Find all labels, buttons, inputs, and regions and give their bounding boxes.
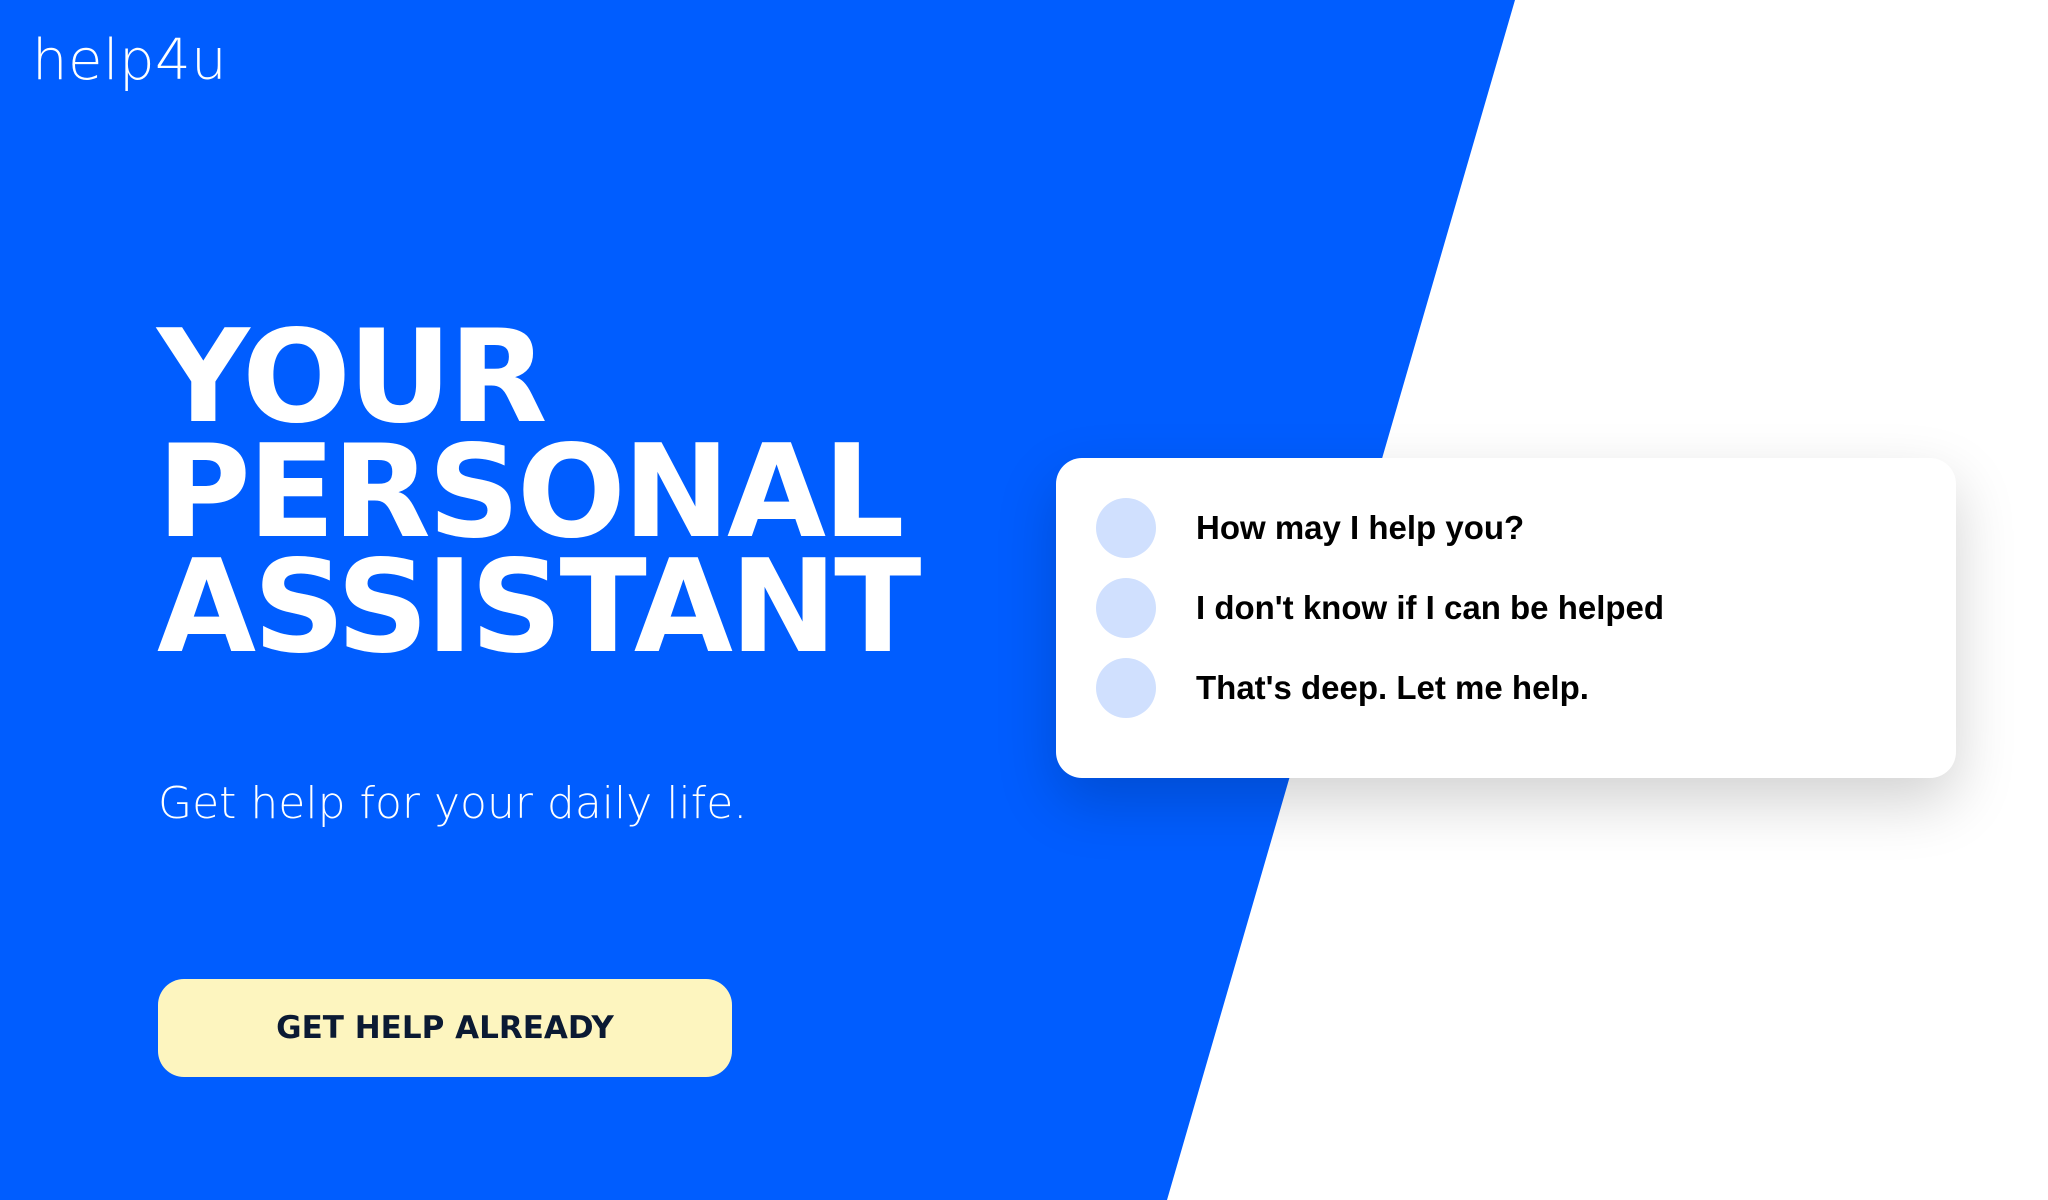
chat-message-text: I don't know if I can be helped: [1196, 589, 1665, 626]
chat-message: That's deep. Let me help.: [1096, 658, 1956, 718]
chat-message: I don't know if I can be helped: [1096, 578, 1956, 638]
chat-preview-card: How may I help you? I don't know if I ca…: [1056, 458, 1956, 778]
avatar-icon: [1096, 578, 1156, 638]
hero-subtitle: Get help for your daily life.: [158, 778, 748, 829]
chat-message: How may I help you?: [1096, 498, 1956, 558]
logo[interactable]: help4u: [32, 28, 227, 93]
avatar-icon: [1096, 498, 1156, 558]
headline-line-3: ASSISTANT: [157, 533, 921, 682]
get-help-button[interactable]: GET HELP ALREADY: [158, 979, 732, 1077]
chat-message-text: That's deep. Let me help.: [1196, 669, 1589, 706]
chat-message-text: How may I help you?: [1196, 509, 1525, 546]
hero-headline: YOUR PERSONAL ASSISTANT: [157, 314, 957, 682]
avatar-icon: [1096, 658, 1156, 718]
